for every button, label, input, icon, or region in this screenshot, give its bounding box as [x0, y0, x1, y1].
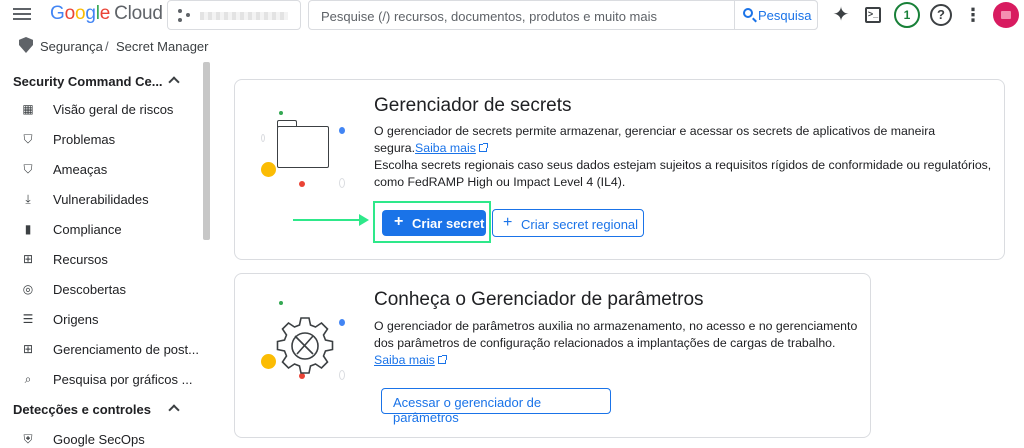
- plus-icon: +: [503, 214, 513, 231]
- gemini-sparkle-icon[interactable]: ✦: [830, 4, 852, 26]
- secret-manager-card: Gerenciador de secrets O gerenciador de …: [234, 79, 1005, 260]
- sidebar-item-resources[interactable]: ⊞ Recursos: [0, 244, 200, 274]
- shield-alert-icon: ⛉: [23, 162, 33, 176]
- radar-icon: ◎: [22, 282, 34, 296]
- notifications-badge[interactable]: 1: [894, 2, 920, 28]
- list-icon: ☰: [22, 312, 34, 326]
- sidebar-section-detections[interactable]: Detecções e controles: [13, 402, 151, 417]
- dashboard-icon: ▦: [22, 102, 34, 116]
- search-button[interactable]: Pesquisa: [734, 0, 818, 30]
- download-icon: ⤓: [25, 192, 31, 206]
- external-link-icon: [478, 143, 488, 152]
- sidebar-scrollbar[interactable]: [203, 62, 210, 240]
- sidebar-item-threats[interactable]: ⛉ Ameaças: [0, 154, 200, 184]
- graph-search-icon: ⌕: [24, 372, 32, 386]
- sidebar-item-posture[interactable]: ⊞ Gerenciamento de post...: [0, 334, 200, 364]
- gear-wrench-illustration: [235, 274, 355, 404]
- sidebar-item-secops[interactable]: ⛨ Google SecOps: [0, 424, 200, 448]
- card-title: Gerenciador de secrets: [374, 95, 572, 116]
- sidebar-item-vulnerabilities[interactable]: ⤓ Vulnerabilidades: [0, 184, 200, 214]
- external-link-icon: [437, 355, 447, 364]
- help-icon[interactable]: ?: [930, 4, 952, 26]
- sidebar-item-graph-search[interactable]: ⌕ Pesquisa por gráficos ...: [0, 364, 200, 394]
- card-description-4: como FedRAMP High ou Impact Level 4 (IL4…: [374, 175, 626, 189]
- breadcrumb-separator: /: [105, 39, 109, 54]
- hierarchy-icon: ⊞: [22, 252, 34, 266]
- folder-icon: [276, 120, 329, 168]
- chevron-up-icon[interactable]: [168, 76, 180, 88]
- search-icon: [743, 8, 753, 18]
- card-description-3: Saiba mais: [374, 352, 447, 369]
- sidebar-item-issues[interactable]: ⛉ Problemas: [0, 124, 200, 154]
- create-secret-button[interactable]: + Criar secret: [382, 210, 486, 236]
- project-dots-icon: [178, 9, 192, 23]
- card-description-2: segura.Saiba mais: [374, 140, 488, 157]
- sidebar-item-findings[interactable]: ◎ Descobertas: [0, 274, 200, 304]
- project-name-redacted: [200, 12, 288, 20]
- sidebar-section-scc[interactable]: Security Command Ce...: [13, 74, 163, 89]
- card-description-2: dos parâmetros de configuração relaciona…: [374, 336, 836, 350]
- grid-icon: ⊞: [22, 342, 34, 356]
- gear-wrench-icon: [276, 317, 334, 374]
- sidebar-item-compliance[interactable]: ▮ Compliance: [0, 214, 200, 244]
- card-description-1: O gerenciador de secrets permite armazen…: [374, 124, 936, 138]
- security-shield-icon: [19, 37, 33, 53]
- chevron-up-icon[interactable]: [168, 404, 180, 416]
- sidebar-item-risk-overview[interactable]: ▦ Visão geral de riscos: [0, 94, 200, 124]
- create-regional-secret-button[interactable]: + Criar secret regional: [492, 209, 644, 237]
- annotation-arrow: [293, 214, 369, 226]
- sidebar-item-sources[interactable]: ☰ Origens: [0, 304, 200, 334]
- folder-illustration: [235, 80, 355, 210]
- sidebar: Security Command Ce... ▦ Visão geral de …: [0, 62, 212, 448]
- card-title: Conheça o Gerenciador de parâmetros: [374, 289, 704, 310]
- access-parameter-manager-button[interactable]: Acessar o gerenciador de parâmetros: [381, 388, 611, 425]
- bar-chart-icon: ▮: [24, 222, 32, 236]
- breadcrumb-secret-manager[interactable]: Secret Manager: [116, 39, 209, 54]
- hamburger-menu-icon[interactable]: [12, 5, 32, 25]
- breadcrumb: Segurança / Secret Manager: [0, 34, 1024, 58]
- google-cloud-logo[interactable]: Google Cloud: [50, 3, 163, 25]
- more-options-icon[interactable]: ⋮: [962, 4, 984, 26]
- card-description-3: Escolha secrets regionais caso seus dado…: [374, 158, 992, 172]
- learn-more-link[interactable]: Saiba mais: [415, 141, 476, 155]
- parameter-manager-card: Conheça o Gerenciador de parâmetros O ge…: [234, 273, 871, 438]
- secops-shield-icon: ⛨: [23, 432, 33, 446]
- top-bar: Google Cloud Pesquise (/) recursos, docum…: [0, 0, 1024, 30]
- cloud-shell-icon[interactable]: >_: [862, 4, 884, 26]
- search-bar[interactable]: Pesquise (/) recursos, documentos, produ…: [308, 0, 818, 30]
- avatar[interactable]: [993, 2, 1019, 28]
- card-description-1: O gerenciador de parâmetros auxilia no a…: [374, 319, 858, 333]
- plus-icon: +: [394, 213, 404, 230]
- shield-alert-icon: ⛉: [23, 132, 33, 146]
- breadcrumb-security[interactable]: Segurança: [40, 39, 103, 54]
- project-picker[interactable]: [167, 0, 301, 30]
- learn-more-link[interactable]: Saiba mais: [374, 353, 435, 367]
- search-input[interactable]: Pesquise (/) recursos, documentos, produ…: [321, 9, 657, 24]
